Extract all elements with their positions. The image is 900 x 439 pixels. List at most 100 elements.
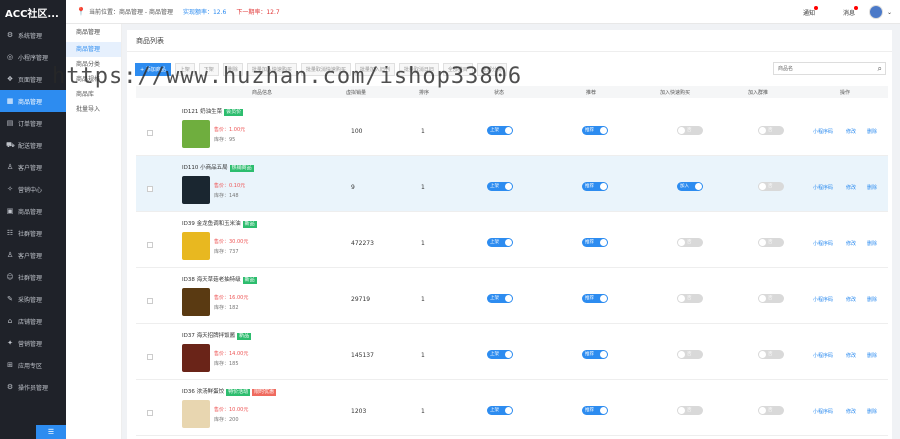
toolbar-button[interactable]: 批量取消快速购买	[300, 62, 351, 76]
sidebar-item[interactable]: ◎ 小程序管理	[0, 46, 66, 68]
sidebar-item-label: 客户管理	[18, 252, 43, 260]
toolbar-button[interactable]: 上架	[174, 62, 195, 76]
qrcode-link[interactable]: 小程序码	[813, 408, 833, 415]
chevron-down-icon[interactable]: ⌄	[887, 9, 892, 16]
sidebar-item[interactable]: ▦ 商品管理	[0, 90, 66, 112]
sidebar-item[interactable]: ✎ 采购管理	[0, 288, 66, 310]
product-name: ID36 浓汤鲜蛋饺 特价活动 限时优惠	[182, 387, 277, 396]
sidebar-item[interactable]: ☺ 社群管理	[0, 266, 66, 288]
product-price: 售价：0.10元	[214, 183, 246, 189]
recommend-toggle[interactable]: 推荐	[582, 238, 608, 247]
row-checkbox[interactable]	[147, 130, 153, 136]
qrcode-link[interactable]: 小程序码	[813, 128, 833, 135]
toolbar-button[interactable]: 批量加入旧列	[354, 62, 395, 76]
recommend-toggle[interactable]: 推荐	[582, 294, 608, 303]
notice-link[interactable]: 通知	[789, 5, 818, 17]
quick-buy-toggle[interactable]: 加入	[677, 182, 703, 191]
sidebar-item[interactable]: ☷ 社群管理	[0, 222, 66, 244]
qrcode-link[interactable]: 小程序码	[813, 240, 833, 247]
subnav-item[interactable]: 批量导入	[66, 102, 121, 117]
stat-rate-2: 下一期率：12.7	[236, 9, 280, 16]
sidebar-item[interactable]: ⛟ 配送管理	[0, 134, 66, 156]
edit-link[interactable]: 修改	[846, 240, 856, 247]
quick-buy-toggle[interactable]: 否	[677, 126, 703, 135]
toolbar-button[interactable]: 下架	[198, 62, 219, 76]
toolbar-button[interactable]: + 添加商品	[135, 62, 171, 76]
qrcode-link[interactable]: 小程序码	[813, 352, 833, 359]
group-push-toggle[interactable]: 否	[758, 238, 784, 247]
toolbar-button[interactable]: 批量取消日旧	[398, 62, 439, 76]
delete-link[interactable]: 删除	[867, 408, 877, 415]
sidebar-item[interactable]: ⚙ 操作员管理	[0, 376, 66, 398]
status-toggle[interactable]: 上架	[487, 350, 513, 359]
status-toggle[interactable]: 上架	[487, 182, 513, 191]
community-icon: ☺	[6, 273, 14, 281]
search-icon[interactable]: ⌕	[878, 64, 882, 74]
message-link[interactable]: 消息	[829, 5, 858, 17]
quick-buy-toggle[interactable]: 否	[677, 294, 703, 303]
group-push-toggle[interactable]: 否	[758, 182, 784, 191]
edit-link[interactable]: 修改	[846, 408, 856, 415]
subnav-item[interactable]: 商品管理	[66, 42, 121, 57]
edit-link[interactable]: 修改	[846, 296, 856, 303]
group-push-toggle[interactable]: 否	[758, 294, 784, 303]
quick-buy-toggle[interactable]: 否	[677, 406, 703, 415]
delete-link[interactable]: 删除	[867, 240, 877, 247]
virtual-sales: 9	[351, 184, 355, 191]
quick-buy-toggle[interactable]: 否	[677, 350, 703, 359]
group-push-toggle[interactable]: 否	[758, 350, 784, 359]
row-checkbox[interactable]	[147, 186, 153, 192]
row-checkbox[interactable]	[147, 298, 153, 304]
group-push-toggle[interactable]: 否	[758, 406, 784, 415]
sidebar-item[interactable]: ❖ 页面管理	[0, 68, 66, 90]
purchase-icon: ✎	[7, 295, 13, 303]
subnav-item[interactable]: 商品规格	[66, 72, 121, 87]
qrcode-link[interactable]: 小程序码	[813, 184, 833, 191]
row-checkbox[interactable]	[147, 354, 153, 360]
group-push-toggle[interactable]: 否	[758, 126, 784, 135]
virtual-sales: 100	[351, 128, 363, 135]
delete-link[interactable]: 删除	[867, 128, 877, 135]
delete-link[interactable]: 删除	[867, 352, 877, 359]
edit-link[interactable]: 修改	[846, 128, 856, 135]
toolbar-button[interactable]: 全部分类	[476, 62, 507, 76]
sidebar-item[interactable]: ⚙ 系统管理	[0, 24, 66, 46]
sidebar-item[interactable]: ♙ 客户管理	[0, 156, 66, 178]
edit-link[interactable]: 修改	[846, 352, 856, 359]
sidebar-item[interactable]: ✦ 营销管理	[0, 332, 66, 354]
status-toggle[interactable]: 上架	[487, 126, 513, 135]
sidebar-item[interactable]: ♙ 客户管理	[0, 244, 66, 266]
delete-link[interactable]: 删除	[867, 296, 877, 303]
recommend-toggle[interactable]: 推荐	[582, 350, 608, 359]
avatar[interactable]	[868, 5, 883, 19]
edit-link[interactable]: 修改	[846, 184, 856, 191]
sort-value: 1	[421, 352, 425, 359]
delete-link[interactable]: 删除	[867, 184, 877, 191]
product-tag: 会员价	[224, 109, 244, 116]
collapse-button[interactable]: ☰	[36, 425, 66, 439]
sidebar-item[interactable]: ✧ 营销中心	[0, 178, 66, 200]
recommend-toggle[interactable]: 推荐	[582, 126, 608, 135]
subnav-item[interactable]: 商品分类	[66, 57, 121, 72]
toolbar-button[interactable]: 删除	[222, 62, 243, 76]
toolbar-button[interactable]: 全部类目	[442, 62, 473, 76]
recommend-toggle[interactable]: 推荐	[582, 182, 608, 191]
table-row: ID121 奶油生菜 会员价 售价：1.00元 库存：95 100 1 上架 推荐 否 否 小程序码…	[136, 100, 888, 156]
row-checkbox[interactable]	[147, 410, 153, 416]
row-checkbox[interactable]	[147, 242, 153, 248]
breadcrumb: 当前位置：商品管理 - 商品管理	[88, 9, 173, 16]
toolbar-button[interactable]: 批量加入快速购买	[246, 62, 297, 76]
sidebar-item[interactable]: ▤ 订单管理	[0, 112, 66, 134]
status-toggle[interactable]: 上架	[487, 238, 513, 247]
search-input[interactable]: 商品名 ⌕	[773, 62, 886, 75]
status-toggle[interactable]: 上架	[487, 294, 513, 303]
qrcode-link[interactable]: 小程序码	[813, 296, 833, 303]
sidebar-item[interactable]: ⊞ 应用专区	[0, 354, 66, 376]
status-toggle[interactable]: 上架	[487, 406, 513, 415]
subnav-item[interactable]: 商品库	[66, 87, 121, 102]
product-name: ID37 海天招牌拌饭酱 新品	[182, 331, 252, 340]
sidebar-item[interactable]: ▣ 商品管理	[0, 200, 66, 222]
sidebar-item[interactable]: ⌂ 店铺管理	[0, 310, 66, 332]
quick-buy-toggle[interactable]: 否	[677, 238, 703, 247]
recommend-toggle[interactable]: 推荐	[582, 406, 608, 415]
